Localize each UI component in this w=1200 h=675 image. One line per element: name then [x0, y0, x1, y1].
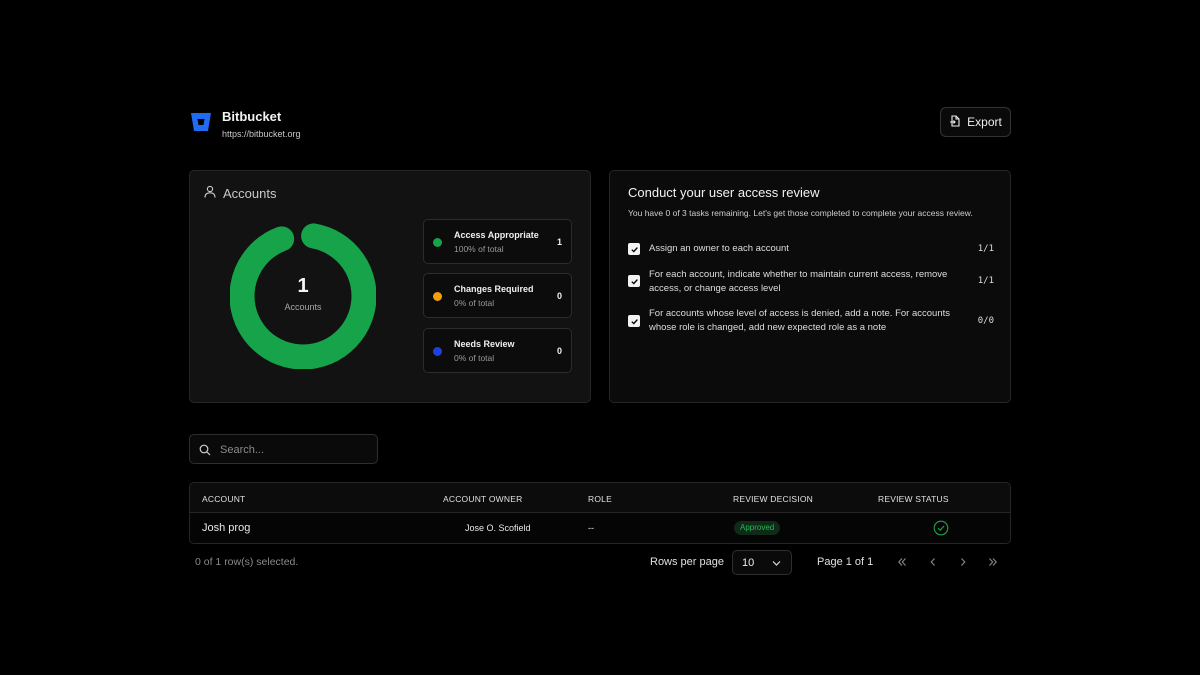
status-dot [433, 292, 442, 301]
chevron-down-icon [772, 561, 781, 566]
last-page-button[interactable] [982, 551, 1004, 573]
stat-needs-review[interactable]: Needs Review 0% of total 0 [423, 328, 572, 373]
stat-count: 0 [556, 346, 562, 356]
rows-per-page-select[interactable]: 10 [732, 550, 792, 575]
column-header-role[interactable]: ROLE [588, 494, 612, 504]
task-progress: 0/0 [977, 316, 994, 326]
accounts-title: Accounts [223, 185, 277, 201]
chevrons-right-icon [989, 558, 997, 566]
task-progress: 1/1 [977, 244, 994, 254]
rows-per-page-label: Rows per page [650, 556, 724, 568]
status-dot [433, 347, 442, 356]
app-title: Bitbucket [222, 109, 282, 124]
task-progress: 1/1 [977, 276, 994, 286]
decision-badge: Approved [734, 521, 781, 535]
accounts-header: Accounts [204, 185, 276, 201]
cell-account-owner: Jose O. Scofield [465, 523, 531, 533]
accounts-table: ACCOUNT ACCOUNT OWNER ROLE REVIEW DECISI… [189, 482, 1011, 544]
rows-selected-text: 0 of 1 row(s) selected. [195, 556, 299, 568]
task-text: Assign an owner to each account [649, 243, 789, 254]
stat-name: Needs Review [454, 339, 515, 349]
column-header-account[interactable]: ACCOUNT [202, 494, 245, 504]
column-header-review-decision[interactable]: REVIEW DECISION [733, 494, 813, 504]
app-url: https://bitbucket.org [222, 129, 301, 139]
stat-changes-required[interactable]: Changes Required 0% of total 0 [423, 273, 572, 318]
cell-account: Josh prog [202, 522, 251, 534]
review-title: Conduct your user access review [628, 185, 820, 200]
status-dot [433, 238, 442, 247]
stat-percent: 0% of total [454, 353, 495, 363]
stat-percent: 0% of total [454, 298, 495, 308]
page-info: Page 1 of 1 [817, 556, 874, 568]
review-description: You have 0 of 3 tasks remaining. Let's g… [628, 208, 973, 218]
task-text: For each account, indicate whether to ma… [649, 269, 948, 294]
table-header: ACCOUNT ACCOUNT OWNER ROLE REVIEW DECISI… [190, 483, 1010, 513]
stat-access-appropriate[interactable]: Access Appropriate 100% of total 1 [423, 219, 572, 264]
access-review-card: Conduct your user access review You have… [609, 170, 1011, 403]
donut-total-label: Accounts [284, 301, 322, 312]
table-row[interactable]: Josh prog Jose O. Scofield -- Approved [190, 513, 1010, 543]
chevrons-left-icon [898, 558, 906, 566]
donut-total: 1 [297, 274, 309, 297]
stat-count: 0 [556, 291, 562, 301]
rows-per-page-value: 10 [742, 557, 755, 569]
export-button[interactable]: Export [940, 107, 1011, 137]
chevron-left-icon [930, 558, 935, 566]
user-icon [204, 185, 216, 201]
stat-name: Access Appropriate [454, 230, 539, 240]
check-circle-icon [933, 520, 949, 536]
next-page-button[interactable] [952, 551, 974, 573]
task-checkbox[interactable] [628, 315, 640, 327]
accounts-card: Accounts 1 Accounts Access Appropriate 1… [189, 170, 591, 403]
stat-count: 1 [556, 237, 562, 247]
task-checkbox[interactable] [628, 243, 640, 255]
chevron-right-icon [961, 558, 966, 566]
cell-role: -- [588, 523, 594, 533]
file-export-icon [949, 114, 961, 130]
first-page-button[interactable] [891, 551, 913, 573]
task-checkbox[interactable] [628, 275, 640, 287]
export-label: Export [967, 115, 1002, 129]
column-header-review-status[interactable]: REVIEW STATUS [878, 494, 949, 504]
search-input[interactable] [220, 441, 370, 459]
previous-page-button[interactable] [922, 551, 944, 573]
accounts-donut-chart: 1 Accounts [229, 222, 377, 370]
task-text: For accounts whose level of access is de… [649, 308, 950, 333]
stat-percent: 100% of total [454, 244, 504, 254]
search-box [189, 434, 378, 464]
stat-name: Changes Required [454, 284, 534, 294]
bitbucket-logo [190, 111, 212, 133]
column-header-account-owner[interactable]: ACCOUNT OWNER [443, 494, 522, 504]
